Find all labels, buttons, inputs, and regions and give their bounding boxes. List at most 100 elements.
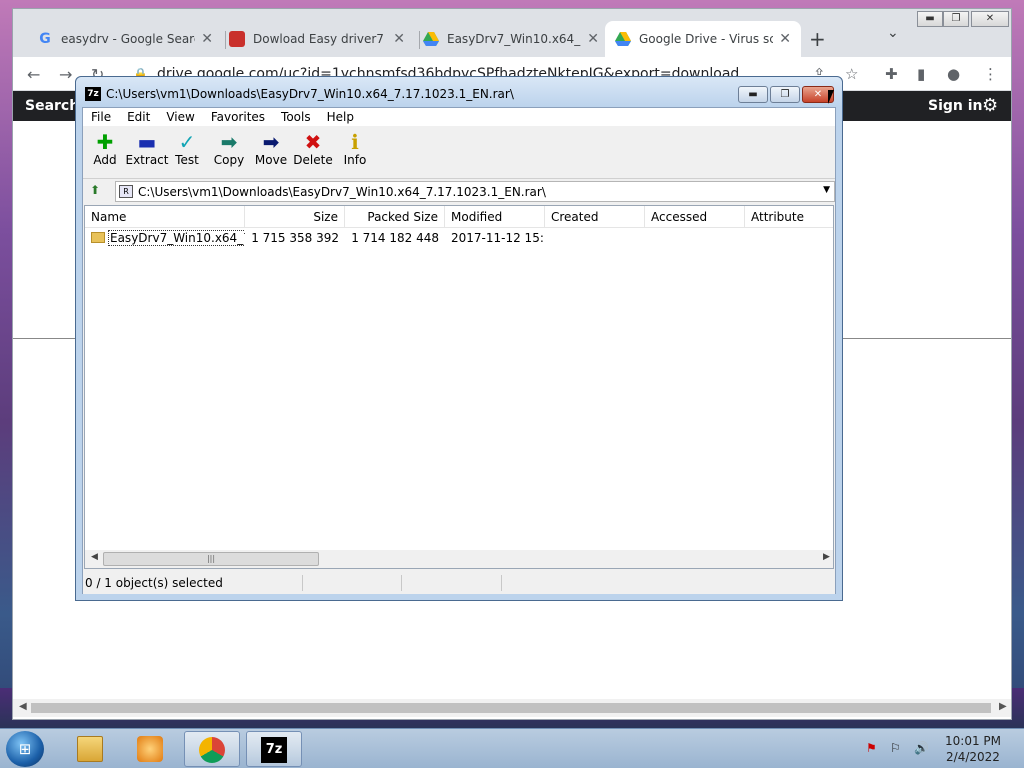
column-created[interactable]: Created [545,206,645,228]
status-text: 0 / 1 object(s) selected [85,575,303,591]
path-combobox[interactable]: R C:\Users\vm1\Downloads\EasyDrv7_Win10.… [115,181,835,202]
tab-google-drive-virus-scan[interactable]: Google Drive - Virus sca ✕ [605,21,801,57]
maximize-button[interactable]: ❐ [770,86,800,103]
network-error-icon[interactable]: ⚑ [866,741,877,755]
delete-button[interactable]: ✖ Delete [291,131,335,167]
action-center-icon[interactable]: ⚐ [890,741,901,755]
tab-easydrv-drive[interactable]: EasyDrv7_Win10.x64_7.1 ✕ [413,21,609,57]
add-button[interactable]: ✚ Add [83,131,127,167]
taskbar-chrome[interactable] [184,731,240,767]
kebab-menu-icon[interactable]: ⋮ [983,65,998,83]
profile-avatar-icon[interactable]: ● [947,65,960,83]
tab-label: Dowload Easy driver7 en [253,32,387,46]
column-packed-size[interactable]: Packed Size [345,206,445,228]
info-button[interactable]: ℹ Info [333,131,377,167]
sign-in-link[interactable]: Sign in [928,98,983,114]
page-horizontal-scrollbar[interactable]: ◀ ▶ [13,699,1011,717]
minimize-button[interactable]: ▬ [738,86,768,103]
row-size: 1 715 358 392 [251,231,339,245]
column-accessed[interactable]: Accessed [645,206,745,228]
move-label: Move [254,153,288,167]
taskbar: ⊞ 7z ⚑ ⚐ 🔊 10:01 PM 2/4/2022 [0,728,1024,768]
folder-icon [77,736,103,762]
column-modified[interactable]: Modified [445,206,545,228]
taskbar-media-player[interactable] [122,731,178,767]
rar-archive-icon: R [119,185,133,198]
scrollbar-thumb[interactable]: ||| [103,552,319,566]
extract-button[interactable]: ▬ Extract [123,131,171,167]
forward-arrow-icon[interactable]: → [59,65,72,84]
copy-label: Copy [213,153,245,167]
status-bar: 0 / 1 object(s) selected [83,572,835,594]
close-tab-icon[interactable]: ✕ [393,31,405,47]
sevenzip-logo-icon: 7z [85,87,101,101]
sevenzip-title-bar[interactable]: 7z C:\Users\vm1\Downloads\EasyDrv7_Win10… [76,77,842,107]
delete-label: Delete [293,153,333,167]
menu-help[interactable]: Help [319,108,362,126]
menu-favorites[interactable]: Favorites [203,108,273,126]
pdf-icon [229,31,245,47]
side-panel-icon[interactable]: ▮ [917,65,925,83]
volume-icon[interactable]: 🔊 [914,741,929,755]
toolbar: ✚ Add ▬ Extract ✓ Test ➡ Copy ➡ Move ✖ D… [83,127,835,179]
column-size[interactable]: Size [245,206,345,228]
copy-button[interactable]: ➡ Copy [207,131,251,167]
taskbar-7zip[interactable]: 7z [246,731,302,767]
close-window-button[interactable]: ✕ [971,11,1009,27]
scroll-left-arrow-icon[interactable]: ◀ [19,701,27,712]
menu-edit[interactable]: Edit [119,108,158,126]
scroll-left-arrow-icon[interactable]: ◀ [91,552,98,562]
chrome-icon [199,737,225,763]
folder-up-icon[interactable]: ⬆ [86,183,104,201]
address-row: ⬆ R C:\Users\vm1\Downloads\EasyDrv7_Win1… [83,180,835,204]
minimize-button[interactable]: ▬ [917,11,943,27]
table-row[interactable]: EasyDrv7_Win10.x64_7.1... 1 715 358 392 … [85,228,833,248]
extract-icon: ▬ [137,130,157,154]
column-header-row: Name Size Packed Size Modified Created A… [85,206,833,228]
copy-icon: ➡ [220,130,238,154]
info-icon: ℹ [351,130,359,154]
list-horizontal-scrollbar[interactable]: ◀ ||| ▶ [85,550,833,568]
row-name-cell[interactable]: EasyDrv7_Win10.x64_7.1... [85,228,245,248]
sevenzip-window: 7z C:\Users\vm1\Downloads\EasyDrv7_Win10… [75,76,843,601]
tab-label: Google Drive - Virus sca [639,32,774,46]
move-button[interactable]: ➡ Move [249,131,293,167]
extract-label: Extract [125,153,169,167]
dropdown-arrow-icon[interactable]: ▼ [823,185,830,195]
google-icon: G [39,31,51,47]
bookmark-star-icon[interactable]: ☆ [845,65,858,83]
scroll-right-arrow-icon[interactable]: ▶ [823,552,830,562]
status-divider [501,575,502,591]
scrollbar-thumb[interactable] [31,703,991,713]
tab-search-chevron-icon[interactable]: ⌄ [887,25,899,41]
gear-icon[interactable]: ⚙ [982,95,998,116]
close-tab-icon[interactable]: ✕ [779,31,791,47]
back-arrow-icon[interactable]: ← [27,65,40,84]
column-attributes[interactable]: Attribute [745,206,833,228]
test-button[interactable]: ✓ Test [165,131,209,167]
tab-easy-driver-pdf[interactable]: Dowload Easy driver7 en ✕ [219,21,415,57]
column-name[interactable]: Name [85,206,245,228]
row-created [545,228,645,248]
menu-file[interactable]: File [83,108,119,126]
extensions-icon[interactable]: ✚ [885,65,898,83]
info-label: Info [343,153,367,167]
start-button[interactable]: ⊞ [6,731,44,767]
menu-tools[interactable]: Tools [273,108,319,126]
file-list[interactable]: Name Size Packed Size Modified Created A… [84,205,834,569]
new-tab-button[interactable]: + [809,27,826,51]
status-divider [401,575,402,591]
tab-google-search[interactable]: G easydrv - Google Search ✕ [27,21,223,57]
scroll-right-arrow-icon[interactable]: ▶ [999,701,1007,712]
delete-icon: ✖ [304,130,322,154]
maximize-button[interactable]: ❐ [943,11,969,27]
row-name: EasyDrv7_Win10.x64_7.1... [108,230,245,246]
clock[interactable]: 10:01 PM 2/4/2022 [930,733,1016,765]
menu-view[interactable]: View [158,108,202,126]
row-packed-size: 1 714 182 448 [351,231,439,245]
close-tab-icon[interactable]: ✕ [587,31,599,47]
search-link[interactable]: Search [25,98,79,114]
taskbar-explorer[interactable] [62,731,118,767]
close-tab-icon[interactable]: ✕ [201,31,213,47]
media-player-icon [137,736,163,762]
